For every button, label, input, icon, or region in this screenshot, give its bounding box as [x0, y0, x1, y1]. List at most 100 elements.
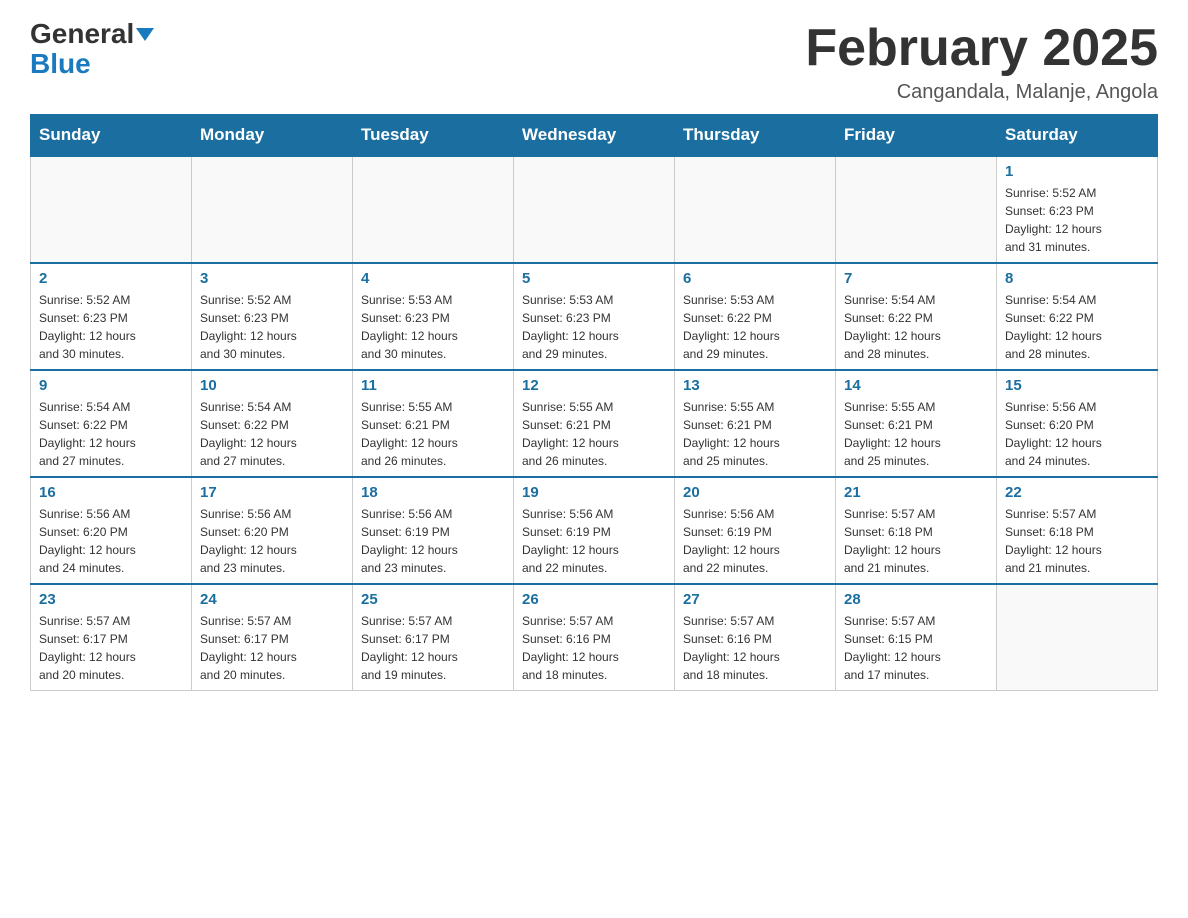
day-cell: 27 Sunrise: 5:57 AMSunset: 6:16 PMDayligh…	[675, 584, 836, 691]
day-cell: 23 Sunrise: 5:57 AMSunset: 6:17 PMDayligh…	[31, 584, 192, 691]
day-cell	[675, 156, 836, 263]
weekday-header-wednesday: Wednesday	[514, 115, 675, 157]
day-info: Sunrise: 5:54 AMSunset: 6:22 PMDaylight:…	[39, 398, 183, 470]
day-number: 12	[522, 377, 666, 394]
day-info: Sunrise: 5:57 AMSunset: 6:16 PMDaylight:…	[683, 612, 827, 684]
week-row-4: 16 Sunrise: 5:56 AMSunset: 6:20 PMDayligh…	[31, 477, 1158, 584]
day-info: Sunrise: 5:57 AMSunset: 6:17 PMDaylight:…	[361, 612, 505, 684]
day-cell: 16 Sunrise: 5:56 AMSunset: 6:20 PMDayligh…	[31, 477, 192, 584]
day-number: 16	[39, 484, 183, 501]
day-info: Sunrise: 5:53 AMSunset: 6:23 PMDaylight:…	[361, 291, 505, 363]
day-cell: 19 Sunrise: 5:56 AMSunset: 6:19 PMDayligh…	[514, 477, 675, 584]
day-number: 28	[844, 591, 988, 608]
day-cell: 7Sunrise: 5:54 AMSunset: 6:22 PMDaylight…	[836, 263, 997, 370]
weekday-header-friday: Friday	[836, 115, 997, 157]
day-cell: 21 Sunrise: 5:57 AMSunset: 6:18 PMDayligh…	[836, 477, 997, 584]
day-cell: 2 Sunrise: 5:52 AMSunset: 6:23 PMDaylight…	[31, 263, 192, 370]
day-info: Sunrise: 5:55 AMSunset: 6:21 PMDaylight:…	[361, 398, 505, 470]
day-number: 17	[200, 484, 344, 501]
day-number: 27	[683, 591, 827, 608]
day-info: Sunrise: 5:52 AMSunset: 6:23 PMDaylight:…	[39, 291, 183, 363]
day-info: Sunrise: 5:57 AMSunset: 6:18 PMDaylight:…	[844, 505, 988, 577]
day-cell: 14 Sunrise: 5:55 AMSunset: 6:21 PMDayligh…	[836, 370, 997, 477]
day-number: 23	[39, 591, 183, 608]
weekday-header-sunday: Sunday	[31, 115, 192, 157]
day-cell	[31, 156, 192, 263]
day-number: 14	[844, 377, 988, 394]
day-number: 21	[844, 484, 988, 501]
day-info: Sunrise: 5:56 AMSunset: 6:20 PMDaylight:…	[1005, 398, 1149, 470]
day-cell: 5 Sunrise: 5:53 AMSunset: 6:23 PMDaylight…	[514, 263, 675, 370]
weekday-header-row: SundayMondayTuesdayWednesdayThursdayFrid…	[31, 115, 1158, 157]
day-info: Sunrise: 5:56 AMSunset: 6:19 PMDaylight:…	[522, 505, 666, 577]
day-cell: 22 Sunrise: 5:57 AMSunset: 6:18 PMDayligh…	[997, 477, 1158, 584]
day-cell: 12 Sunrise: 5:55 AMSunset: 6:21 PMDayligh…	[514, 370, 675, 477]
day-number: 5	[522, 270, 666, 287]
day-number: 15	[1005, 377, 1149, 394]
week-row-2: 2 Sunrise: 5:52 AMSunset: 6:23 PMDaylight…	[31, 263, 1158, 370]
calendar-table: SundayMondayTuesdayWednesdayThursdayFrid…	[30, 114, 1158, 691]
day-number: 3	[200, 270, 344, 287]
day-info: Sunrise: 5:52 AMSunset: 6:23 PMDaylight:…	[200, 291, 344, 363]
day-number: 26	[522, 591, 666, 608]
day-number: 6	[683, 270, 827, 287]
day-number: 20	[683, 484, 827, 501]
day-number: 8	[1005, 270, 1149, 287]
day-info: Sunrise: 5:57 AMSunset: 6:16 PMDaylight:…	[522, 612, 666, 684]
weekday-header-thursday: Thursday	[675, 115, 836, 157]
day-number: 18	[361, 484, 505, 501]
day-cell	[353, 156, 514, 263]
day-cell: 6 Sunrise: 5:53 AMSunset: 6:22 PMDaylight…	[675, 263, 836, 370]
day-cell: 18 Sunrise: 5:56 AMSunset: 6:19 PMDayligh…	[353, 477, 514, 584]
day-cell: 17 Sunrise: 5:56 AMSunset: 6:20 PMDayligh…	[192, 477, 353, 584]
logo-blue: Blue	[30, 48, 91, 80]
day-cell: 26 Sunrise: 5:57 AMSunset: 6:16 PMDayligh…	[514, 584, 675, 691]
day-info: Sunrise: 5:56 AMSunset: 6:19 PMDaylight:…	[683, 505, 827, 577]
day-number: 11	[361, 377, 505, 394]
day-cell	[514, 156, 675, 263]
week-row-3: 9Sunrise: 5:54 AMSunset: 6:22 PMDaylight…	[31, 370, 1158, 477]
day-info: Sunrise: 5:53 AMSunset: 6:22 PMDaylight:…	[683, 291, 827, 363]
day-info: Sunrise: 5:52 AMSunset: 6:23 PMDaylight:…	[1005, 184, 1149, 256]
day-number: 2	[39, 270, 183, 287]
day-number: 25	[361, 591, 505, 608]
day-number: 1	[1005, 163, 1149, 180]
day-cell: 25 Sunrise: 5:57 AMSunset: 6:17 PMDayligh…	[353, 584, 514, 691]
day-cell: 15 Sunrise: 5:56 AMSunset: 6:20 PMDayligh…	[997, 370, 1158, 477]
weekday-header-monday: Monday	[192, 115, 353, 157]
calendar-subtitle: Cangandala, Malanje, Angola	[805, 81, 1158, 104]
day-cell: 9Sunrise: 5:54 AMSunset: 6:22 PMDaylight…	[31, 370, 192, 477]
title-block: February 2025 Cangandala, Malanje, Angol…	[805, 20, 1158, 104]
day-number: 19	[522, 484, 666, 501]
day-info: Sunrise: 5:54 AMSunset: 6:22 PMDaylight:…	[844, 291, 988, 363]
day-cell: 24Sunrise: 5:57 AMSunset: 6:17 PMDayligh…	[192, 584, 353, 691]
day-cell: 8 Sunrise: 5:54 AMSunset: 6:22 PMDaylight…	[997, 263, 1158, 370]
day-info: Sunrise: 5:55 AMSunset: 6:21 PMDaylight:…	[522, 398, 666, 470]
day-info: Sunrise: 5:57 AMSunset: 6:18 PMDaylight:…	[1005, 505, 1149, 577]
day-info: Sunrise: 5:56 AMSunset: 6:20 PMDaylight:…	[39, 505, 183, 577]
day-number: 22	[1005, 484, 1149, 501]
day-cell: 28 Sunrise: 5:57 AMSunset: 6:15 PMDayligh…	[836, 584, 997, 691]
day-number: 13	[683, 377, 827, 394]
week-row-5: 23 Sunrise: 5:57 AMSunset: 6:17 PMDayligh…	[31, 584, 1158, 691]
day-cell: 1 Sunrise: 5:52 AMSunset: 6:23 PMDaylight…	[997, 156, 1158, 263]
day-info: Sunrise: 5:57 AMSunset: 6:17 PMDaylight:…	[200, 612, 344, 684]
day-info: Sunrise: 5:56 AMSunset: 6:19 PMDaylight:…	[361, 505, 505, 577]
day-info: Sunrise: 5:53 AMSunset: 6:23 PMDaylight:…	[522, 291, 666, 363]
day-info: Sunrise: 5:57 AMSunset: 6:17 PMDaylight:…	[39, 612, 183, 684]
day-info: Sunrise: 5:55 AMSunset: 6:21 PMDaylight:…	[683, 398, 827, 470]
logo: General Blue	[30, 20, 154, 80]
day-info: Sunrise: 5:55 AMSunset: 6:21 PMDaylight:…	[844, 398, 988, 470]
logo-general: General	[30, 20, 154, 48]
day-cell	[192, 156, 353, 263]
day-cell: 20 Sunrise: 5:56 AMSunset: 6:19 PMDayligh…	[675, 477, 836, 584]
page-header: General Blue February 2025 Cangandala, M…	[30, 20, 1158, 104]
weekday-header-saturday: Saturday	[997, 115, 1158, 157]
day-cell: 4 Sunrise: 5:53 AMSunset: 6:23 PMDaylight…	[353, 263, 514, 370]
day-cell	[997, 584, 1158, 691]
day-info: Sunrise: 5:54 AMSunset: 6:22 PMDaylight:…	[1005, 291, 1149, 363]
day-cell: 10Sunrise: 5:54 AMSunset: 6:22 PMDayligh…	[192, 370, 353, 477]
day-info: Sunrise: 5:56 AMSunset: 6:20 PMDaylight:…	[200, 505, 344, 577]
day-info: Sunrise: 5:57 AMSunset: 6:15 PMDaylight:…	[844, 612, 988, 684]
day-number: 4	[361, 270, 505, 287]
